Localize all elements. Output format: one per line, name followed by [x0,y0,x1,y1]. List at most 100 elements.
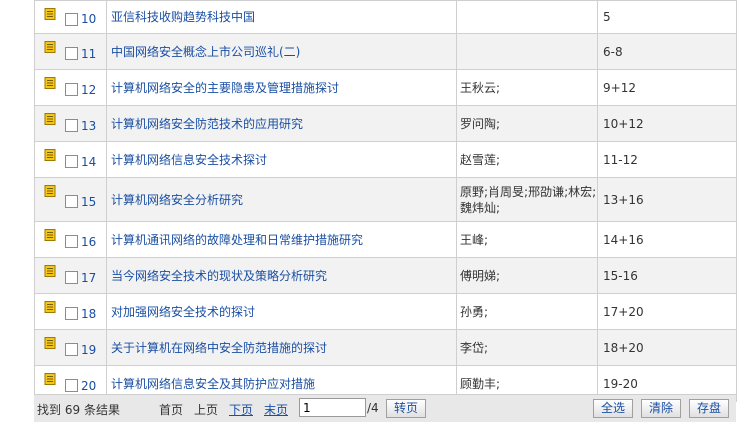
document-icon[interactable] [44,41,56,53]
row-index-cell: 17 [34,257,107,294]
page-range-cell: 11-12 [597,141,737,178]
page-range-cell: 9+12 [597,69,737,106]
document-icon[interactable] [44,8,56,20]
author-text: 孙勇; [460,304,489,319]
table-row: 11 中国网络安全概念上市公司巡礼(二) 6-8 [34,33,737,70]
row-checkbox[interactable] [65,83,78,96]
article-title-link[interactable]: 计算机通讯网络的故障处理和日常维护措施研究 [111,233,363,247]
table-row: 19 关于计算机在网络中安全防范措施的探讨 李岱; 18+20 [34,329,737,366]
title-cell: 计算机网络安全防范技术的应用研究 [106,105,457,142]
author-cell: 傅明娣; [456,257,598,294]
row-index-cell: 12 [34,69,107,106]
page-range-text: 14+16 [603,232,644,247]
article-title-link[interactable]: 计算机网络安全防范技术的应用研究 [111,117,303,131]
article-title-link[interactable]: 当今网络安全技术的现状及策略分析研究 [111,269,327,283]
row-index-cell: 11 [34,33,107,70]
table-row: 13 计算机网络安全防范技术的应用研究 罗问陶; 10+12 [34,105,737,142]
row-checkbox[interactable] [65,379,78,392]
page-range-cell: 13+16 [597,177,737,222]
row-number: 16 [81,235,97,249]
page-number-input[interactable] [299,398,366,417]
page-range-text: 15-16 [603,268,638,283]
row-number: 20 [81,379,97,393]
row-checkbox[interactable] [65,235,78,248]
article-title-link[interactable]: 关于计算机在网络中安全防范措施的探讨 [111,341,327,355]
article-title-link[interactable]: 计算机网络安全分析研究 [111,193,243,207]
author-cell [456,33,598,70]
page-range-cell: 15-16 [597,257,737,294]
title-cell: 计算机网络安全分析研究 [106,177,457,222]
goto-page-button[interactable]: 转页 [386,399,426,418]
page-range-text: 13+16 [603,192,644,207]
last-page-link[interactable]: 末页 [264,401,288,418]
table-row: 16 计算机通讯网络的故障处理和日常维护措施研究 王峰; 14+16 [34,221,737,258]
article-title-link[interactable]: 中国网络安全概念上市公司巡礼(二) [111,45,300,59]
row-index-cell: 10 [34,0,107,34]
results-footer: 找到 69 条结果 首页 上页 下页 末页 /4 转页 全选 清除 存盘 [34,394,736,422]
article-title-link[interactable]: 计算机网络安全的主要隐患及管理措施探讨 [111,81,339,95]
row-number: 14 [81,155,97,169]
page-range-cell: 5 [597,0,737,34]
document-icon[interactable] [44,229,56,241]
author-text: 顾勤丰; [460,376,501,391]
author-text: 王秋云; [460,80,501,95]
author-text: 李岱; [460,340,489,355]
row-number: 19 [81,343,97,357]
article-title-link[interactable]: 计算机网络信息安全及其防护应对措施 [111,377,315,391]
clear-button[interactable]: 清除 [641,399,681,418]
table-row: 14 计算机网络信息安全技术探讨 赵雪莲; 11-12 [34,141,737,178]
document-icon[interactable] [44,185,56,197]
article-title-link[interactable]: 对加强网络安全技术的探讨 [111,305,255,319]
page-range-cell: 10+12 [597,105,737,142]
document-icon[interactable] [44,301,56,313]
title-cell: 亚信科技收购趋势科技中国 [106,0,457,34]
page-range-text: 19-20 [603,376,638,391]
row-checkbox[interactable] [65,155,78,168]
author-cell [456,0,598,34]
document-icon[interactable] [44,77,56,89]
row-number: 12 [81,83,97,97]
document-icon[interactable] [44,265,56,277]
row-checkbox[interactable] [65,47,78,60]
row-checkbox[interactable] [65,271,78,284]
row-checkbox[interactable] [65,119,78,132]
row-index-cell: 13 [34,105,107,142]
article-title-link[interactable]: 计算机网络信息安全技术探讨 [111,153,267,167]
document-icon[interactable] [44,337,56,349]
next-page-link[interactable]: 下页 [229,401,253,418]
row-number: 17 [81,271,97,285]
select-all-button[interactable]: 全选 [593,399,633,418]
row-index-cell: 14 [34,141,107,178]
title-cell: 关于计算机在网络中安全防范措施的探讨 [106,329,457,366]
page-range-cell: 6-8 [597,33,737,70]
page-range-cell: 17+20 [597,293,737,330]
title-cell: 计算机通讯网络的故障处理和日常维护措施研究 [106,221,457,258]
article-title-link[interactable]: 亚信科技收购趋势科技中国 [111,10,255,24]
author-cell: 原野;肖周旻;邢劭谦;林宏;魏炜灿; [456,177,598,222]
author-cell: 罗问陶; [456,105,598,142]
row-index-cell: 18 [34,293,107,330]
document-icon[interactable] [44,113,56,125]
table-row: 12 计算机网络安全的主要隐患及管理措施探讨 王秋云; 9+12 [34,69,737,106]
author-cell: 赵雪莲; [456,141,598,178]
page-range-text: 6-8 [603,44,623,59]
table-row: 17 当今网络安全技术的现状及策略分析研究 傅明娣; 15-16 [34,257,737,294]
row-checkbox[interactable] [65,343,78,356]
row-checkbox[interactable] [65,307,78,320]
page-range-text: 5 [603,10,611,24]
first-page-link: 首页 [159,403,184,417]
document-icon[interactable] [44,149,56,161]
row-checkbox[interactable] [65,13,78,26]
result-count: 找到 69 条结果 [37,403,120,417]
row-checkbox[interactable] [65,195,78,208]
save-button[interactable]: 存盘 [689,399,729,418]
page-range-text: 11-12 [603,152,638,167]
row-number: 11 [81,47,97,61]
table-row: 10 亚信科技收购趋势科技中国 5 [34,0,737,34]
document-icon[interactable] [44,373,56,385]
page-range-text: 18+20 [603,340,644,355]
table-row: 15 计算机网络安全分析研究 原野;肖周旻;邢劭谦;林宏;魏炜灿; 13+16 [34,177,737,222]
page-range-cell: 18+20 [597,329,737,366]
row-index-cell: 19 [34,329,107,366]
title-cell: 中国网络安全概念上市公司巡礼(二) [106,33,457,70]
